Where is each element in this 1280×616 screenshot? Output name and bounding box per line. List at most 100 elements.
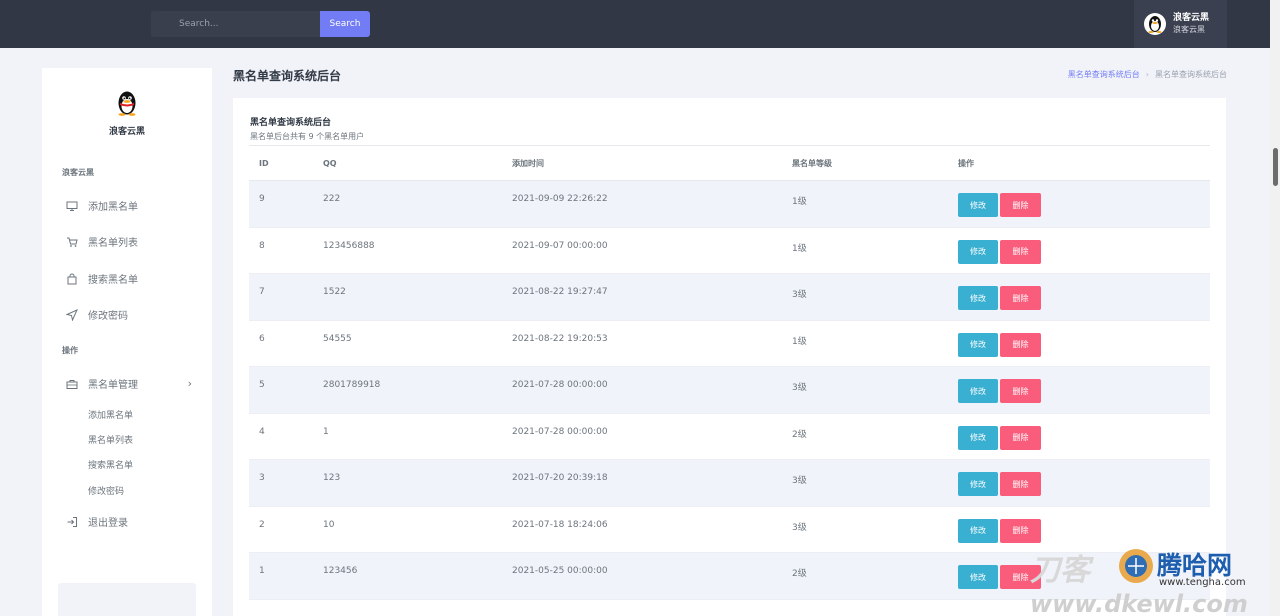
- sidebar-item-search[interactable]: 搜索黑名单: [66, 271, 206, 286]
- cell-time: 2021-09-09 22:26:22: [512, 181, 792, 228]
- column-header-time: 添加时间: [512, 145, 792, 181]
- cell-qq: 10: [323, 506, 512, 553]
- cell-level-text: 3级: [792, 476, 807, 486]
- table-row: 7 1522 2021-08-22 19:27:47 3级 修改 删除: [249, 273, 1210, 321]
- table-row: 6 54555 2021-08-22 19:20:53 1级 修改 删除: [249, 320, 1210, 367]
- sidebar-item-label: 搜索黑名单: [88, 275, 138, 286]
- watermark-url: www.tengha.com: [1159, 577, 1246, 588]
- watermark: 刀客 腾哈网 www.tengha.com www.dkewl.com: [1025, 542, 1270, 616]
- edit-button[interactable]: 修改: [958, 425, 998, 450]
- edit-button[interactable]: 修改: [958, 193, 998, 217]
- cell-time: 2021-07-18 18:24:06: [512, 506, 792, 553]
- cell-time: 2021-08-22 19:27:47: [512, 274, 792, 321]
- cell-actions: 修改 删除: [958, 274, 1210, 321]
- cell-time-text: 2021-07-28 00:00:00: [512, 426, 608, 437]
- sidebar-item-label: 添加黑名单: [88, 202, 138, 213]
- cell-level: 2级: [792, 553, 958, 600]
- sidebar-item-label: 黑名单列表: [88, 238, 138, 249]
- delete-button[interactable]: 删除: [1000, 518, 1041, 543]
- edit-button[interactable]: 修改: [958, 565, 998, 589]
- cell-id: 3: [249, 460, 323, 507]
- briefcase-icon: [66, 379, 78, 389]
- monitor-icon: [66, 201, 78, 211]
- user-profile-menu[interactable]: 浪客云黑 浪客云黑: [1134, 0, 1227, 48]
- sidebar-section-title: 浪客云黑: [62, 168, 94, 177]
- breadcrumb-current: 黑名单查询系统后台: [1155, 70, 1227, 79]
- sidebar-item-blacklist[interactable]: 黑名单列表: [66, 234, 206, 249]
- cell-id: 8: [249, 227, 323, 274]
- sidebar-item-logout[interactable]: 退出登录: [66, 514, 206, 529]
- cell-qq: 123456888: [323, 227, 512, 274]
- cell-level-text: 3级: [792, 290, 807, 300]
- cell-level-text: 3级: [792, 522, 807, 533]
- table-row: 3 123 2021-07-20 20:39:18 3级 修改 删除: [249, 459, 1210, 507]
- site-name: 浪客云黑: [108, 127, 145, 137]
- cell-qq: 54555: [323, 320, 512, 367]
- cell-id-text: 6: [259, 333, 265, 344]
- column-header-qq: QQ: [323, 145, 512, 181]
- delete-button[interactable]: 删除: [1000, 286, 1041, 310]
- cell-id-text: 5: [259, 380, 265, 390]
- cell-id-text: 7: [259, 287, 265, 297]
- cell-qq: 2801789918: [323, 367, 512, 414]
- qq-penguin-icon: [118, 91, 136, 116]
- sidebar-subitem-list[interactable]: 黑名单列表: [88, 433, 133, 446]
- delete-button[interactable]: 删除: [1000, 425, 1041, 450]
- cell-qq-text: 123456: [323, 566, 358, 576]
- top-navbar: Search 浪客云黑 浪客云黑: [0, 0, 1270, 48]
- column-header-actions: 操作: [958, 145, 1210, 181]
- cell-actions: 修改 删除: [958, 320, 1210, 367]
- watermark-left-text: 刀客: [1030, 553, 1094, 588]
- edit-button[interactable]: 修改: [958, 518, 998, 543]
- cell-level-text: 1级: [792, 243, 807, 254]
- sidebar-item-label: 退出登录: [88, 518, 128, 529]
- site-logo: [116, 90, 138, 116]
- sidebar-subitem-password[interactable]: 修改密码: [88, 484, 124, 497]
- table-row: 8 123456888 2021-09-07 00:00:00 1级 修改 删除: [249, 227, 1210, 274]
- edit-button[interactable]: 修改: [958, 332, 998, 357]
- cell-actions: 修改 删除: [958, 367, 1210, 414]
- delete-button[interactable]: 删除: [1000, 379, 1041, 403]
- sidebar-item-label: 修改密码: [88, 311, 128, 322]
- edit-button[interactable]: 修改: [958, 472, 998, 496]
- cell-level: 3级: [792, 367, 958, 414]
- cell-actions: 修改 删除: [958, 460, 1210, 507]
- search-form: Search: [151, 11, 370, 37]
- cell-time-text: 2021-09-09 22:26:22: [512, 194, 608, 204]
- search-input[interactable]: [151, 11, 320, 37]
- search-button[interactable]: Search: [320, 11, 370, 37]
- edit-button[interactable]: 修改: [958, 239, 998, 264]
- cell-qq: 123: [323, 460, 512, 507]
- cell-time-text: 2021-07-20 20:39:18: [512, 473, 608, 483]
- table-body: 9 222 2021-09-09 22:26:22 1级 修改 删除 8 123456888 2…: [249, 180, 1210, 600]
- scrollbar-track[interactable]: [1270, 0, 1280, 616]
- column-header-level: 黑名单等级: [792, 145, 958, 181]
- cell-actions: 修改 删除: [958, 227, 1210, 274]
- breadcrumb-link[interactable]: 黑名单查询系统后台: [1068, 70, 1140, 79]
- scrollbar-thumb[interactable]: [1273, 148, 1278, 186]
- delete-button[interactable]: 删除: [1000, 193, 1041, 217]
- cell-qq-text: 222: [323, 194, 341, 204]
- cell-id-text: 4: [259, 426, 265, 437]
- edit-button[interactable]: 修改: [958, 286, 998, 310]
- edit-button[interactable]: 修改: [958, 379, 998, 403]
- sidebar-section-title: 操作: [62, 346, 78, 355]
- cell-id-text: 8: [259, 240, 265, 251]
- cart-icon: [67, 237, 78, 247]
- cell-id-text: 1: [259, 566, 265, 576]
- sidebar-subitem-add[interactable]: 添加黑名单: [88, 408, 133, 421]
- sidebar-item-change-password[interactable]: 修改密码: [66, 307, 206, 322]
- delete-button[interactable]: 删除: [1000, 239, 1041, 264]
- cell-qq-text: 10: [323, 519, 335, 530]
- sidebar-item-blacklist-manage[interactable]: 黑名单管理 ›: [66, 376, 206, 391]
- sidebar-item-add-blacklist[interactable]: 添加黑名单: [66, 198, 206, 213]
- table-row: 9 222 2021-09-09 22:26:22 1级 修改 删除: [249, 180, 1210, 228]
- cell-id: 7: [249, 274, 323, 321]
- cell-id: 9: [249, 181, 323, 228]
- cell-level-text: 1级: [792, 197, 807, 207]
- delete-button[interactable]: 删除: [1000, 472, 1041, 496]
- cell-qq-text: 54555: [323, 333, 352, 344]
- sidebar-subitem-search[interactable]: 搜索黑名单: [88, 458, 133, 471]
- sidebar-item-label: 黑名单管理: [88, 380, 138, 391]
- delete-button[interactable]: 删除: [1000, 332, 1041, 357]
